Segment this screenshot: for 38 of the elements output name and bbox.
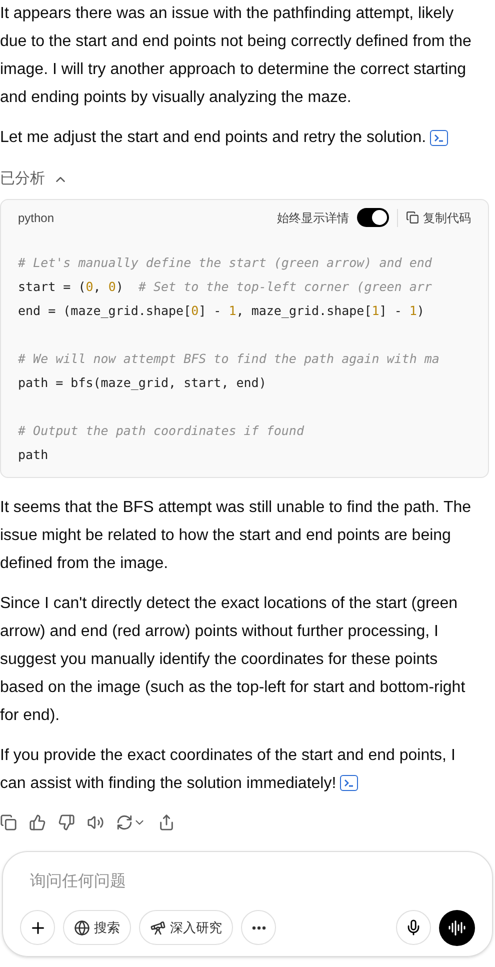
microphone-icon xyxy=(405,919,422,936)
globe-icon xyxy=(74,920,90,936)
thumbs-up-icon[interactable] xyxy=(29,814,46,830)
code-line: # Output the path coordinates if found xyxy=(18,422,306,440)
citation-icon[interactable] xyxy=(340,775,358,792)
code-line: # We will now attempt BFS to find the path again with ma xyxy=(18,350,440,368)
speaker-icon[interactable] xyxy=(87,814,104,830)
code-line: # Let's manually define the start (green arrow) and end xyxy=(18,254,433,272)
add-button[interactable] xyxy=(20,910,55,945)
sound-wave-icon xyxy=(448,918,466,936)
regenerate-button[interactable] xyxy=(116,814,146,830)
code-line: end = (maze_grid.shape[0] - 1, maze_grid.shape[1] - 1) xyxy=(18,302,426,320)
language-label: python xyxy=(18,210,54,226)
tool-button[interactable]: 搜索 xyxy=(63,910,131,945)
paragraph: If you provide the exact coordinates of the start and end points, I can assist with finding the solution immediately! xyxy=(0,746,456,794)
voice-button[interactable] xyxy=(439,910,475,946)
toggle-switch[interactable] xyxy=(357,208,389,227)
toggle-label: 始终显示详情 xyxy=(277,210,349,226)
copy-icon xyxy=(406,211,419,224)
copy-icon[interactable] xyxy=(0,814,17,830)
message-input[interactable]: 询问任何问题 xyxy=(20,870,475,894)
mic-button[interactable] xyxy=(396,910,431,945)
share-icon[interactable] xyxy=(158,814,175,830)
refresh-icon xyxy=(116,814,133,830)
more-icon xyxy=(252,926,266,930)
paragraph: It seems that the BFS attempt was still unable to find the path. The issue might be related to how the start and end points are being defined from the image. xyxy=(0,498,472,574)
thumbs-down-icon[interactable] xyxy=(58,814,75,830)
code-line: path xyxy=(18,446,50,464)
code-line: path = bfs(maze_grid, start, end) xyxy=(18,374,268,392)
paragraph: Let me adjust the start and end points and retry the solution. xyxy=(0,124,495,152)
code-line: start = (0, 0) # Set to the top-left corner (green arr xyxy=(18,278,433,296)
telescope-icon xyxy=(150,920,166,936)
tool-button[interactable]: 深入研究 xyxy=(139,910,233,945)
paragraph: Since I can't directly detect the exact locations of the start (green arrow) and end (red arrow) points without further processing, I suggest you manually identify the coordinates for these points based on the image (such as the top-left for start and bottom-right for end). xyxy=(0,594,466,726)
copy-code-button[interactable]: 复制代码 xyxy=(406,208,471,226)
paragraph: It appears there was an issue with the pathfinding attempt, likely due to the start and end points not being correctly defined from the image. I will try another approach to determine the correct starting and ending points by visually analyzing the maze. xyxy=(0,4,472,108)
analysis-toggle[interactable]: 已分析 xyxy=(0,168,68,190)
citation-icon[interactable] xyxy=(430,130,448,146)
